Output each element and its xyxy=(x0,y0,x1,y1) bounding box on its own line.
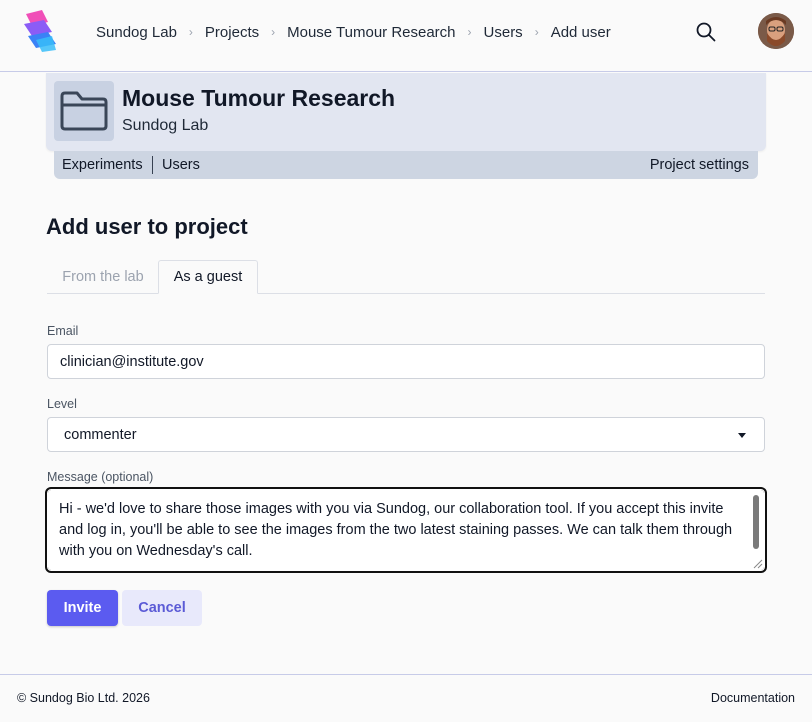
tab-from-the-lab[interactable]: From the lab xyxy=(48,260,158,294)
breadcrumb-add-user: Add user xyxy=(550,23,611,41)
message-value: Hi - we'd love to share those images wit… xyxy=(59,501,733,559)
caret-down-icon xyxy=(738,433,746,438)
breadcrumb-project[interactable]: Mouse Tumour Research xyxy=(287,24,455,41)
nav-divider xyxy=(152,156,153,174)
avatar[interactable] xyxy=(758,13,794,49)
footer-divider xyxy=(0,674,812,675)
tab-as-a-guest[interactable]: As a guest xyxy=(158,260,258,294)
chevron-right-icon: › xyxy=(271,25,276,39)
breadcrumb-projects[interactable]: Projects xyxy=(205,24,259,41)
search-icon[interactable] xyxy=(694,20,718,44)
project-nav: Experiments Users Project settings xyxy=(54,151,758,179)
project-header: Mouse Tumour Research Sundog Lab xyxy=(46,73,766,151)
email-value: clinician@institute.gov xyxy=(60,353,204,370)
breadcrumb-lab[interactable]: Sundog Lab xyxy=(96,24,177,41)
scrollbar-thumb[interactable] xyxy=(753,495,759,549)
project-lab[interactable]: Sundog Lab xyxy=(122,117,208,135)
nav-users[interactable]: Users xyxy=(162,157,200,173)
message-textarea[interactable]: Hi - we'd love to share those images wit… xyxy=(45,487,767,573)
nav-project-settings[interactable]: Project settings xyxy=(650,157,749,173)
footer-documentation-link[interactable]: Documentation xyxy=(711,691,795,705)
level-select[interactable]: commenter xyxy=(47,417,765,452)
level-value: commenter xyxy=(64,426,137,443)
email-label: Email xyxy=(47,324,79,338)
message-label: Message (optional) xyxy=(47,470,154,484)
level-label: Level xyxy=(47,397,77,411)
footer-copyright: © Sundog Bio Ltd. 2026 xyxy=(17,691,150,705)
resize-handle-icon[interactable] xyxy=(751,557,763,569)
breadcrumb: Sundog Lab › Projects › Mouse Tumour Res… xyxy=(96,22,611,42)
page-title: Add user to project xyxy=(46,214,248,239)
project-title: Mouse Tumour Research xyxy=(122,85,396,111)
folder-icon xyxy=(60,91,108,131)
top-bar: Sundog Lab › Projects › Mouse Tumour Res… xyxy=(0,0,812,72)
chevron-right-icon: › xyxy=(534,25,539,39)
chevron-right-icon: › xyxy=(467,25,472,39)
invite-button[interactable]: Invite xyxy=(47,590,118,626)
email-field[interactable]: clinician@institute.gov xyxy=(47,344,765,379)
cancel-button[interactable]: Cancel xyxy=(122,590,202,626)
breadcrumb-users[interactable]: Users xyxy=(484,24,523,41)
chevron-right-icon: › xyxy=(188,25,193,39)
sundog-logo-icon[interactable] xyxy=(22,10,58,52)
avatar-image xyxy=(758,13,794,49)
nav-experiments[interactable]: Experiments xyxy=(62,157,143,173)
project-folder xyxy=(54,81,114,141)
